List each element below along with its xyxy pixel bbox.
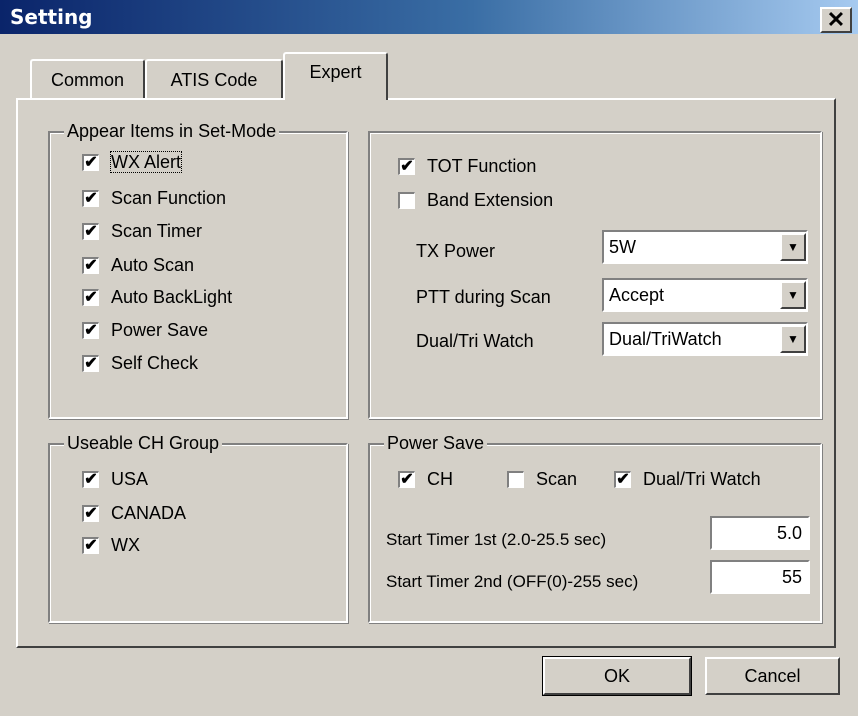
select-value: Accept [609, 284, 665, 305]
check-icon: ✔ [84, 256, 98, 274]
checkbox-box[interactable]: ✔ [82, 536, 99, 554]
checkbox-box[interactable]: ✔ [398, 157, 415, 175]
checkbox-box[interactable]: ✔ [82, 321, 99, 339]
checkbox-auto-backlight[interactable]: ✔ Auto BackLight [82, 287, 232, 307]
checkbox-band-extension[interactable]: Band Extension [398, 190, 553, 210]
checkbox-usa[interactable]: ✔ USA [82, 469, 148, 489]
check-icon: ✔ [84, 354, 98, 372]
tab-label: ATIS Code [170, 69, 258, 90]
checkbox-label: WX [111, 535, 140, 555]
checkbox-wx-alert[interactable]: ✔ WX Alert [82, 151, 183, 173]
check-icon: ✔ [400, 157, 414, 175]
checkbox-ps-scan[interactable]: Scan [507, 469, 577, 489]
tx-power-select[interactable]: 5W ▼ [602, 230, 808, 264]
dual-tri-watch-select[interactable]: Dual/TriWatch ▼ [602, 322, 808, 356]
tab-atis-code[interactable]: ATIS Code [145, 59, 283, 99]
check-icon: ✔ [84, 288, 98, 306]
checkbox-box[interactable]: ✔ [82, 288, 99, 306]
checkbox-box[interactable]: ✔ [82, 256, 99, 274]
tab-common[interactable]: Common [30, 59, 145, 99]
ch-group-legend: Useable CH Group [64, 433, 223, 453]
checkbox-canada[interactable]: ✔ CANADA [82, 503, 186, 523]
title-bar[interactable] [0, 0, 858, 34]
checkbox-label: CANADA [111, 503, 187, 523]
ok-button[interactable]: OK [542, 656, 692, 696]
checkbox-box[interactable]: ✔ [82, 504, 99, 522]
checkbox-box[interactable]: ✔ [82, 189, 99, 207]
cancel-button-label: Cancel [744, 665, 801, 686]
appear-items-group [48, 131, 348, 419]
dual-tri-watch-label: Dual/Tri Watch [416, 331, 534, 351]
ptt-during-scan-label: PTT during Scan [416, 287, 551, 307]
checkbox-box[interactable]: ✔ [82, 470, 99, 488]
start-timer-1-label: Start Timer 1st (2.0-25.5 sec) [386, 530, 607, 549]
close-icon: ✕ [826, 7, 846, 32]
check-icon: ✔ [84, 189, 98, 207]
start-timer-2-input[interactable]: 55 [710, 560, 810, 594]
start-timer-2-label: Start Timer 2nd (OFF(0)-255 sec) [386, 572, 639, 591]
checkbox-label: Scan Function [111, 188, 227, 208]
check-icon: ✔ [84, 536, 98, 554]
checkbox-tot-function[interactable]: ✔ TOT Function [398, 156, 536, 176]
dropdown-arrow-icon[interactable]: ▼ [780, 281, 806, 309]
checkbox-label: USA [111, 469, 149, 489]
check-icon: ✔ [400, 470, 414, 488]
ptt-during-scan-select[interactable]: Accept ▼ [602, 278, 808, 312]
check-icon: ✔ [616, 470, 630, 488]
tab-label: Common [50, 69, 125, 90]
check-icon: ✔ [84, 222, 98, 240]
checkbox-label: Self Check [111, 353, 199, 373]
tx-power-label: TX Power [416, 241, 496, 261]
appear-items-legend: Appear Items in Set-Mode [64, 121, 280, 141]
checkbox-label: Auto Scan [111, 255, 195, 275]
checkbox-label: Scan Timer [111, 221, 203, 241]
checkbox-box[interactable] [507, 470, 524, 488]
checkbox-scan-function[interactable]: ✔ Scan Function [82, 188, 226, 208]
checkbox-label: TOT Function [427, 156, 537, 176]
checkbox-box[interactable]: ✔ [614, 470, 631, 488]
checkbox-label: Auto BackLight [111, 287, 233, 307]
power-save-legend: Power Save [384, 433, 488, 453]
checkbox-box[interactable] [398, 191, 415, 209]
dropdown-arrow-icon[interactable]: ▼ [780, 325, 806, 353]
check-icon: ✔ [84, 504, 98, 522]
checkbox-box[interactable]: ✔ [82, 354, 99, 372]
checkbox-power-save[interactable]: ✔ Power Save [82, 320, 208, 340]
checkbox-label: Scan [536, 469, 578, 489]
cancel-button[interactable]: Cancel [705, 657, 840, 695]
checkbox-box[interactable]: ✔ [82, 153, 99, 171]
checkbox-label: Power Save [111, 320, 209, 340]
checkbox-label: Dual/Tri Watch [643, 469, 761, 489]
checkbox-label: CH [427, 469, 453, 489]
select-value: Dual/TriWatch [609, 328, 722, 349]
ok-button-label: OK [603, 665, 630, 686]
checkbox-ps-ch[interactable]: ✔ CH [398, 469, 453, 489]
checkbox-label: WX Alert [109, 151, 183, 173]
checkbox-scan-timer[interactable]: ✔ Scan Timer [82, 221, 202, 241]
checkbox-ps-dual-tri[interactable]: ✔ Dual/Tri Watch [614, 469, 761, 489]
tab-expert[interactable]: Expert [283, 52, 388, 100]
check-icon: ✔ [84, 321, 98, 339]
tab-label: Expert [309, 61, 362, 82]
check-icon: ✔ [84, 470, 98, 488]
window-title: Setting [10, 5, 93, 29]
checkbox-label: Band Extension [427, 190, 554, 210]
checkbox-self-check[interactable]: ✔ Self Check [82, 353, 198, 373]
checkbox-auto-scan[interactable]: ✔ Auto Scan [82, 255, 194, 275]
checkbox-wx[interactable]: ✔ WX [82, 535, 140, 555]
checkbox-box[interactable]: ✔ [398, 470, 415, 488]
close-button[interactable]: ✕ [820, 7, 852, 33]
check-icon: ✔ [84, 153, 98, 171]
dropdown-arrow-icon[interactable]: ▼ [780, 233, 806, 261]
select-value: 5W [609, 236, 636, 257]
checkbox-box[interactable]: ✔ [82, 222, 99, 240]
start-timer-1-input[interactable]: 5.0 [710, 516, 810, 550]
